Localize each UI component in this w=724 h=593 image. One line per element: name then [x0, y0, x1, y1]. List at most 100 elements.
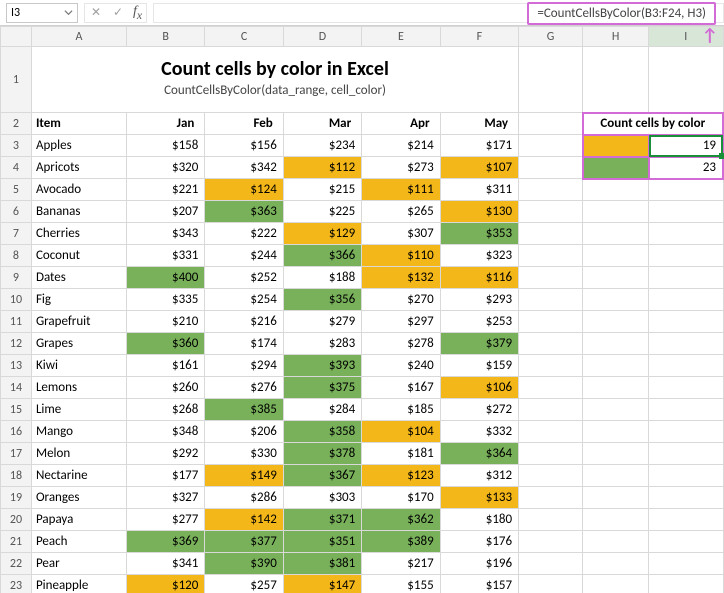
row-header-7[interactable]: 7 [1, 223, 32, 245]
cell-D12[interactable]: $283 [283, 333, 361, 355]
item-12[interactable]: Grapes [31, 333, 126, 355]
cell-B23[interactable]: $120 [126, 575, 204, 593]
cell-E7[interactable]: $307 [362, 223, 440, 245]
cell-G16[interactable] [519, 421, 583, 443]
row-header-5[interactable]: 5 [1, 179, 32, 201]
cell-H16[interactable] [583, 421, 649, 443]
cell-C12[interactable]: $174 [205, 333, 283, 355]
cell-B12[interactable]: $360 [126, 333, 204, 355]
cell-F4[interactable]: $107 [440, 157, 518, 179]
row-header-10[interactable]: 10 [1, 289, 32, 311]
cell-D17[interactable]: $378 [283, 443, 361, 465]
cell-F9[interactable]: $116 [440, 267, 518, 289]
cell-D10[interactable]: $356 [283, 289, 361, 311]
cell-I21[interactable] [649, 531, 723, 553]
cell-H8[interactable] [583, 245, 649, 267]
cell-I20[interactable] [649, 509, 723, 531]
cell-C14[interactable]: $276 [205, 377, 283, 399]
cell-E15[interactable]: $185 [362, 399, 440, 421]
cell-D11[interactable]: $279 [283, 311, 361, 333]
cell-F10[interactable]: $293 [440, 289, 518, 311]
cell-G21[interactable] [519, 531, 583, 553]
cell-E3[interactable]: $214 [362, 135, 440, 157]
cell-E11[interactable]: $297 [362, 311, 440, 333]
cell-F16[interactable]: $332 [440, 421, 518, 443]
cell-B5[interactable]: $221 [126, 179, 204, 201]
row-header-21[interactable]: 21 [1, 531, 32, 553]
cell-D19[interactable]: $303 [283, 487, 361, 509]
cell-G23[interactable] [519, 575, 583, 593]
cell-D13[interactable]: $393 [283, 355, 361, 377]
cell-E17[interactable]: $181 [362, 443, 440, 465]
cell-D16[interactable]: $358 [283, 421, 361, 443]
cell-C8[interactable]: $244 [205, 245, 283, 267]
header-month-3[interactable]: Apr [362, 113, 440, 135]
cell-B15[interactable]: $268 [126, 399, 204, 421]
row-header-23[interactable]: 23 [1, 575, 32, 593]
col-header-C[interactable]: C [205, 27, 283, 47]
cell-C10[interactable]: $254 [205, 289, 283, 311]
item-17[interactable]: Melon [31, 443, 126, 465]
cell-B4[interactable]: $320 [126, 157, 204, 179]
cell-I10[interactable] [649, 289, 723, 311]
cell-I14[interactable] [649, 377, 723, 399]
cell-F21[interactable]: $176 [440, 531, 518, 553]
cell-G12[interactable] [519, 333, 583, 355]
cell-H9[interactable] [583, 267, 649, 289]
row-header-17[interactable]: 17 [1, 443, 32, 465]
cell-G19[interactable] [519, 487, 583, 509]
cell-F19[interactable]: $133 [440, 487, 518, 509]
cell-G13[interactable] [519, 355, 583, 377]
cell-D20[interactable]: $371 [283, 509, 361, 531]
header-month-1[interactable]: Feb [205, 113, 283, 135]
row-header-11[interactable]: 11 [1, 311, 32, 333]
cell-H23[interactable] [583, 575, 649, 593]
cell-C7[interactable]: $222 [205, 223, 283, 245]
header-item[interactable]: Item [31, 113, 126, 135]
cell-D23[interactable]: $147 [283, 575, 361, 593]
cell-H19[interactable] [583, 487, 649, 509]
cell-D8[interactable]: $366 [283, 245, 361, 267]
cell-F14[interactable]: $106 [440, 377, 518, 399]
cell-F22[interactable]: $196 [440, 553, 518, 575]
cell-F15[interactable]: $272 [440, 399, 518, 421]
cell-F11[interactable]: $253 [440, 311, 518, 333]
cell-B11[interactable]: $210 [126, 311, 204, 333]
cell-D18[interactable]: $367 [283, 465, 361, 487]
cell-F13[interactable]: $159 [440, 355, 518, 377]
cell-E20[interactable]: $362 [362, 509, 440, 531]
item-6[interactable]: Bananas [31, 201, 126, 223]
cell-H7[interactable] [583, 223, 649, 245]
header-month-2[interactable]: Mar [283, 113, 361, 135]
cell-E13[interactable]: $240 [362, 355, 440, 377]
item-18[interactable]: Nectarine [31, 465, 126, 487]
cell-I1[interactable] [649, 47, 723, 113]
cell-B13[interactable]: $161 [126, 355, 204, 377]
cell-E5[interactable]: $111 [362, 179, 440, 201]
count-value-0[interactable]: 19 [649, 135, 723, 157]
cell-I8[interactable] [649, 245, 723, 267]
col-header-A[interactable]: A [31, 27, 126, 47]
cell-B21[interactable]: $369 [126, 531, 204, 553]
row-header-6[interactable]: 6 [1, 201, 32, 223]
cell-G11[interactable] [519, 311, 583, 333]
item-5[interactable]: Avocado [31, 179, 126, 201]
item-11[interactable]: Grapefruit [31, 311, 126, 333]
cell-D5[interactable]: $215 [283, 179, 361, 201]
col-header-B[interactable]: B [126, 27, 204, 47]
cell-H20[interactable] [583, 509, 649, 531]
cell-E4[interactable]: $273 [362, 157, 440, 179]
cell-I18[interactable] [649, 465, 723, 487]
cell-F8[interactable]: $323 [440, 245, 518, 267]
item-23[interactable]: Pineapple [31, 575, 126, 593]
cell-F6[interactable]: $130 [440, 201, 518, 223]
row-header-4[interactable]: 4 [1, 157, 32, 179]
cell-D6[interactable]: $225 [283, 201, 361, 223]
cell-C3[interactable]: $156 [205, 135, 283, 157]
cell-G4[interactable] [519, 157, 583, 179]
row-header-12[interactable]: 12 [1, 333, 32, 355]
cell-B19[interactable]: $327 [126, 487, 204, 509]
cell-C21[interactable]: $377 [205, 531, 283, 553]
cell-H11[interactable] [583, 311, 649, 333]
row-header-22[interactable]: 22 [1, 553, 32, 575]
